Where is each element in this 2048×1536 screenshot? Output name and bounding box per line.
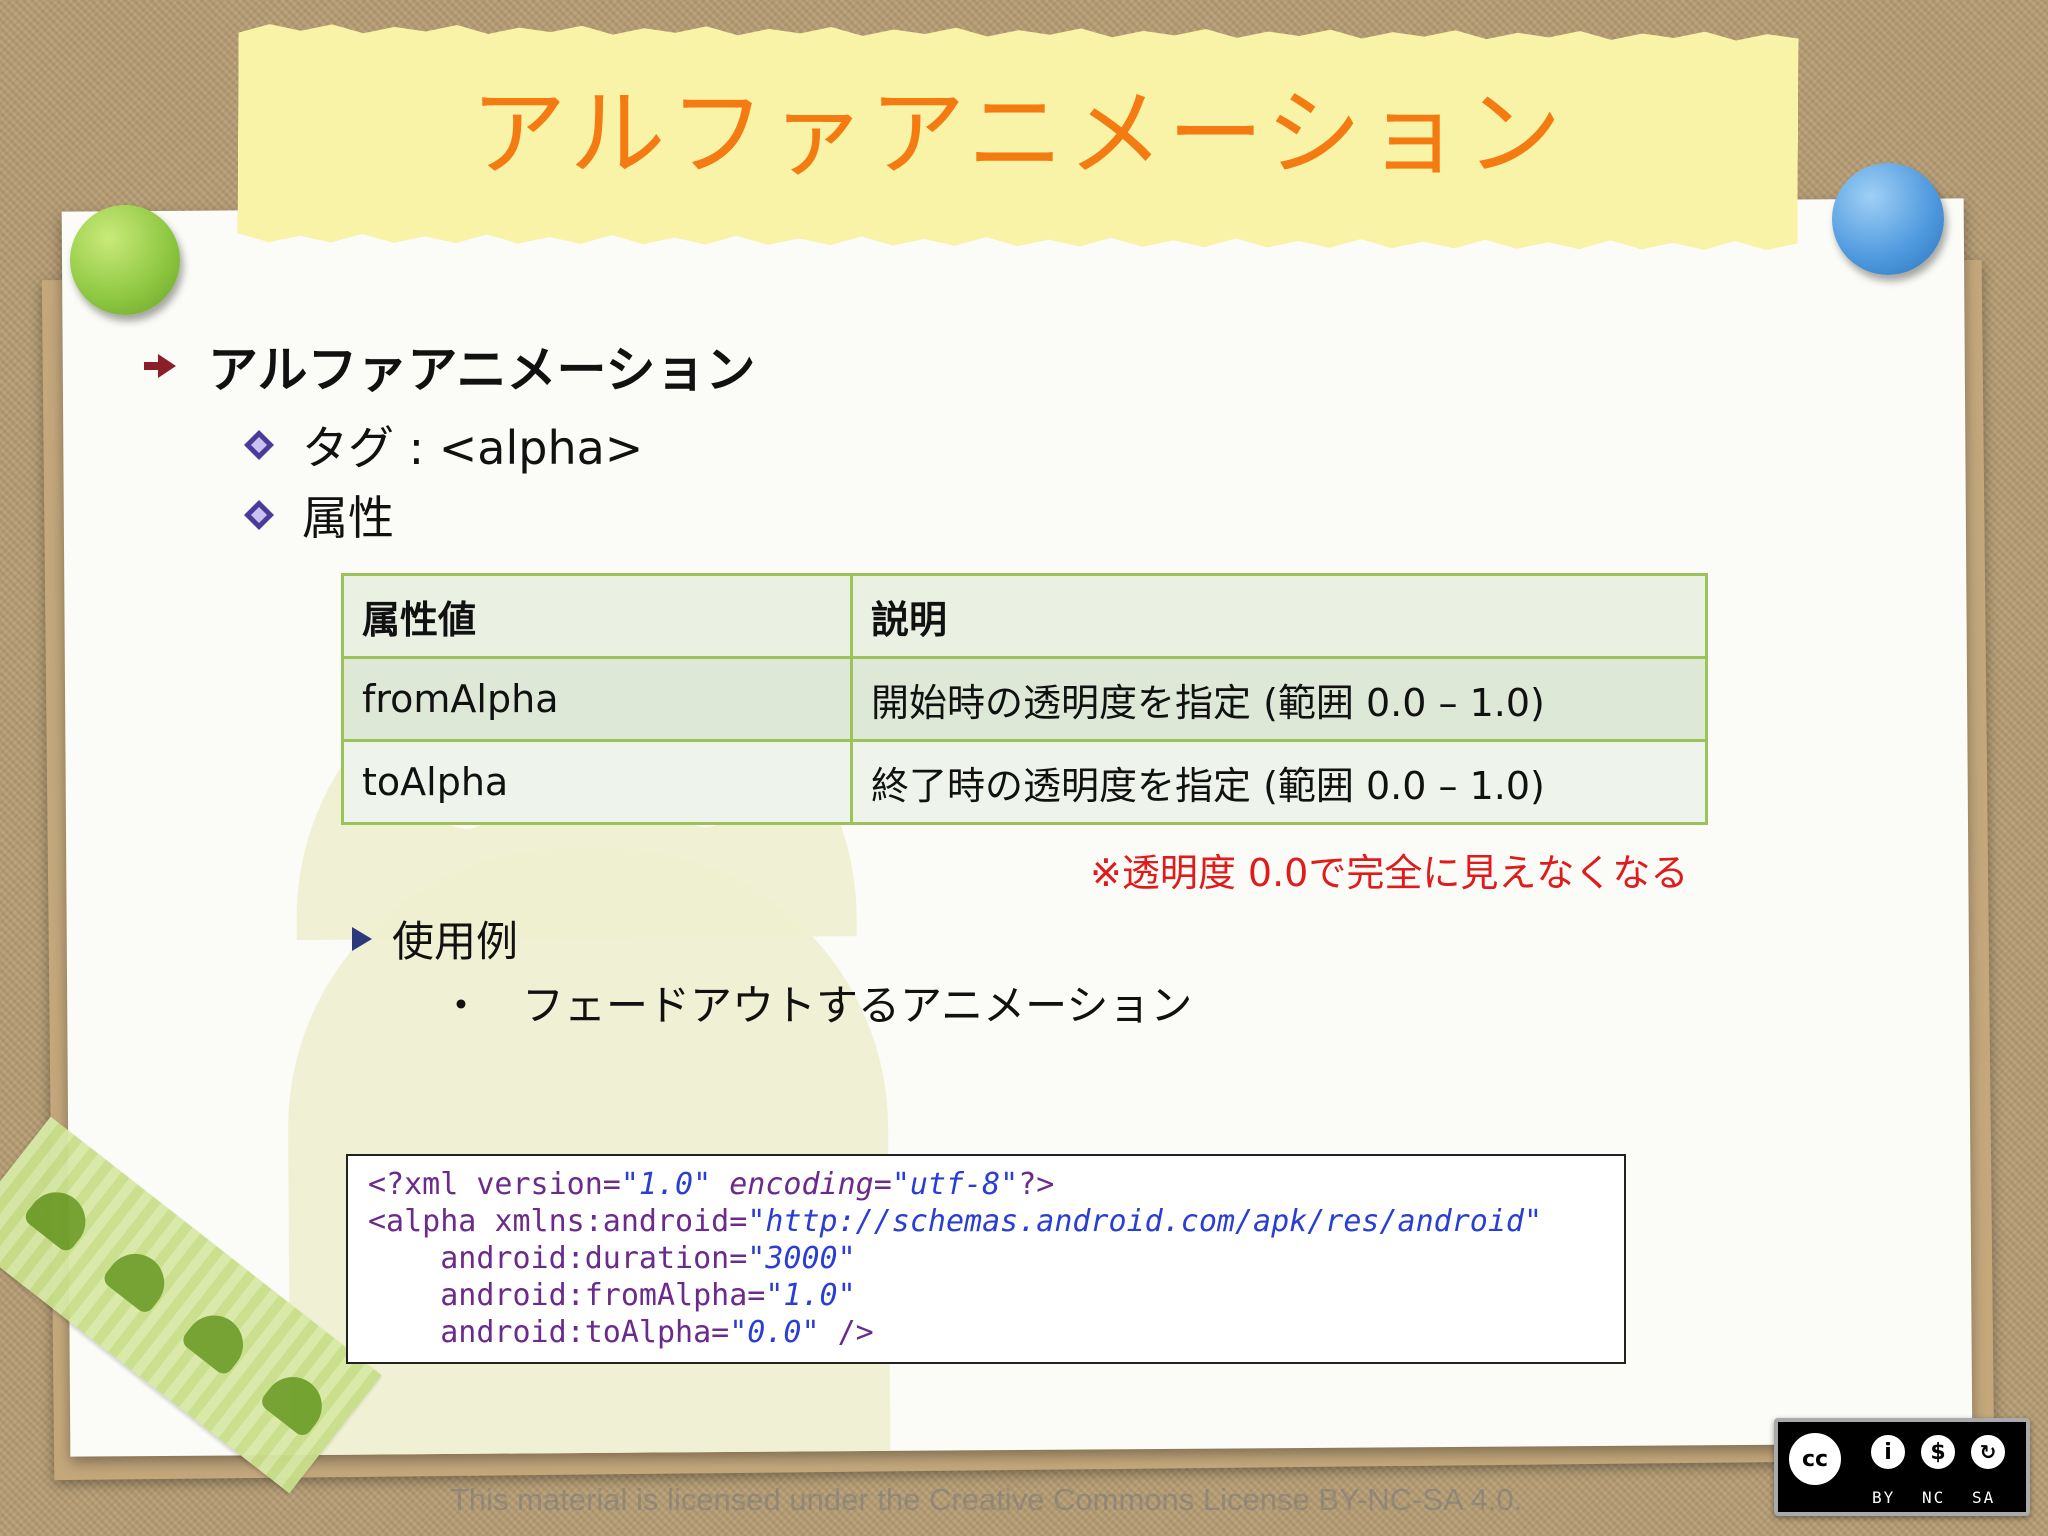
android-mini-icon	[100, 1242, 176, 1316]
cc-license-badge[interactable]: cc i $ ↻ BY NC SA	[1774, 1418, 2030, 1516]
table-cell: 開始時の透明度を指定 (範囲 0.0 – 1.0)	[850, 656, 1708, 742]
tag-text: タグ : <alpha>	[302, 421, 644, 475]
cc-nc-label: NC	[1922, 1488, 1946, 1507]
attributes-text: 属性	[302, 491, 394, 545]
transparency-note: ※透明度 0.0で完全に見えなくなる	[1090, 851, 1689, 895]
table-row: fromAlpha 開始時の透明度を指定 (範囲 0.0 – 1.0)	[341, 656, 1708, 742]
table-cell: fromAlpha	[341, 656, 853, 742]
code-line: android:duration="3000"	[368, 1241, 856, 1276]
diamond-bullet-icon	[244, 500, 274, 530]
code-line: android:toAlpha="0.0" />	[368, 1315, 874, 1350]
sa-icon: ↻	[1966, 1430, 2010, 1474]
cc-icon: cc	[1784, 1428, 1846, 1490]
tag-bullet: タグ : <alpha>	[242, 412, 643, 478]
table-cell: toAlpha	[341, 739, 853, 825]
license-footer: This material is licensed under the Crea…	[450, 1482, 1523, 1517]
code-line: <alpha xmlns:android="http://schemas.and…	[368, 1204, 1543, 1239]
table-row: toAlpha 終了時の透明度を指定 (範囲 0.0 – 1.0)	[341, 739, 1708, 825]
blue-pin-icon	[1832, 163, 1944, 275]
triangle-bullet-icon	[352, 926, 372, 951]
diamond-bullet-icon	[244, 430, 274, 460]
android-mini-icon	[179, 1303, 255, 1378]
table-header-cell: 属性値	[341, 573, 853, 659]
table-cell: 終了時の透明度を指定 (範囲 0.0 – 1.0)	[850, 739, 1708, 825]
android-mini-icon	[258, 1365, 334, 1439]
cc-by-label: BY	[1872, 1488, 1896, 1507]
main-heading: アルファアニメーション	[140, 330, 756, 402]
by-icon: i	[1866, 1430, 1910, 1474]
arrow-bullet-icon	[144, 354, 176, 378]
attributes-bullet: 属性	[242, 482, 394, 548]
table-header-cell: 説明	[850, 573, 1708, 659]
dot-bullet: ・	[440, 981, 483, 1030]
main-heading-text: アルファアニメーション	[208, 341, 756, 399]
usage-label: 使用例	[392, 917, 519, 966]
code-sample: <?xml version="1.0" encoding="utf-8"?> <a…	[346, 1154, 1626, 1364]
slide-title: アルファアニメーション	[470, 78, 1566, 190]
usage-item: ・ フェードアウトするアニメーション	[440, 972, 1192, 1033]
android-mini-icon	[21, 1180, 98, 1255]
cc-sa-label: SA	[1972, 1488, 1996, 1507]
nc-icon: $	[1916, 1430, 1960, 1474]
table-header-row: 属性値 説明	[341, 573, 1708, 659]
usage-item-text: フェードアウトするアニメーション	[522, 981, 1193, 1030]
attribute-table: 属性値 説明 fromAlpha 開始時の透明度を指定 (範囲 0.0 – 1.…	[341, 573, 1708, 825]
green-pin-icon	[70, 205, 180, 315]
code-line: <?xml version="1.0" encoding="utf-8"?>	[368, 1167, 1055, 1202]
code-line: android:fromAlpha="1.0"	[368, 1278, 856, 1313]
usage-bullet: 使用例	[352, 908, 518, 969]
